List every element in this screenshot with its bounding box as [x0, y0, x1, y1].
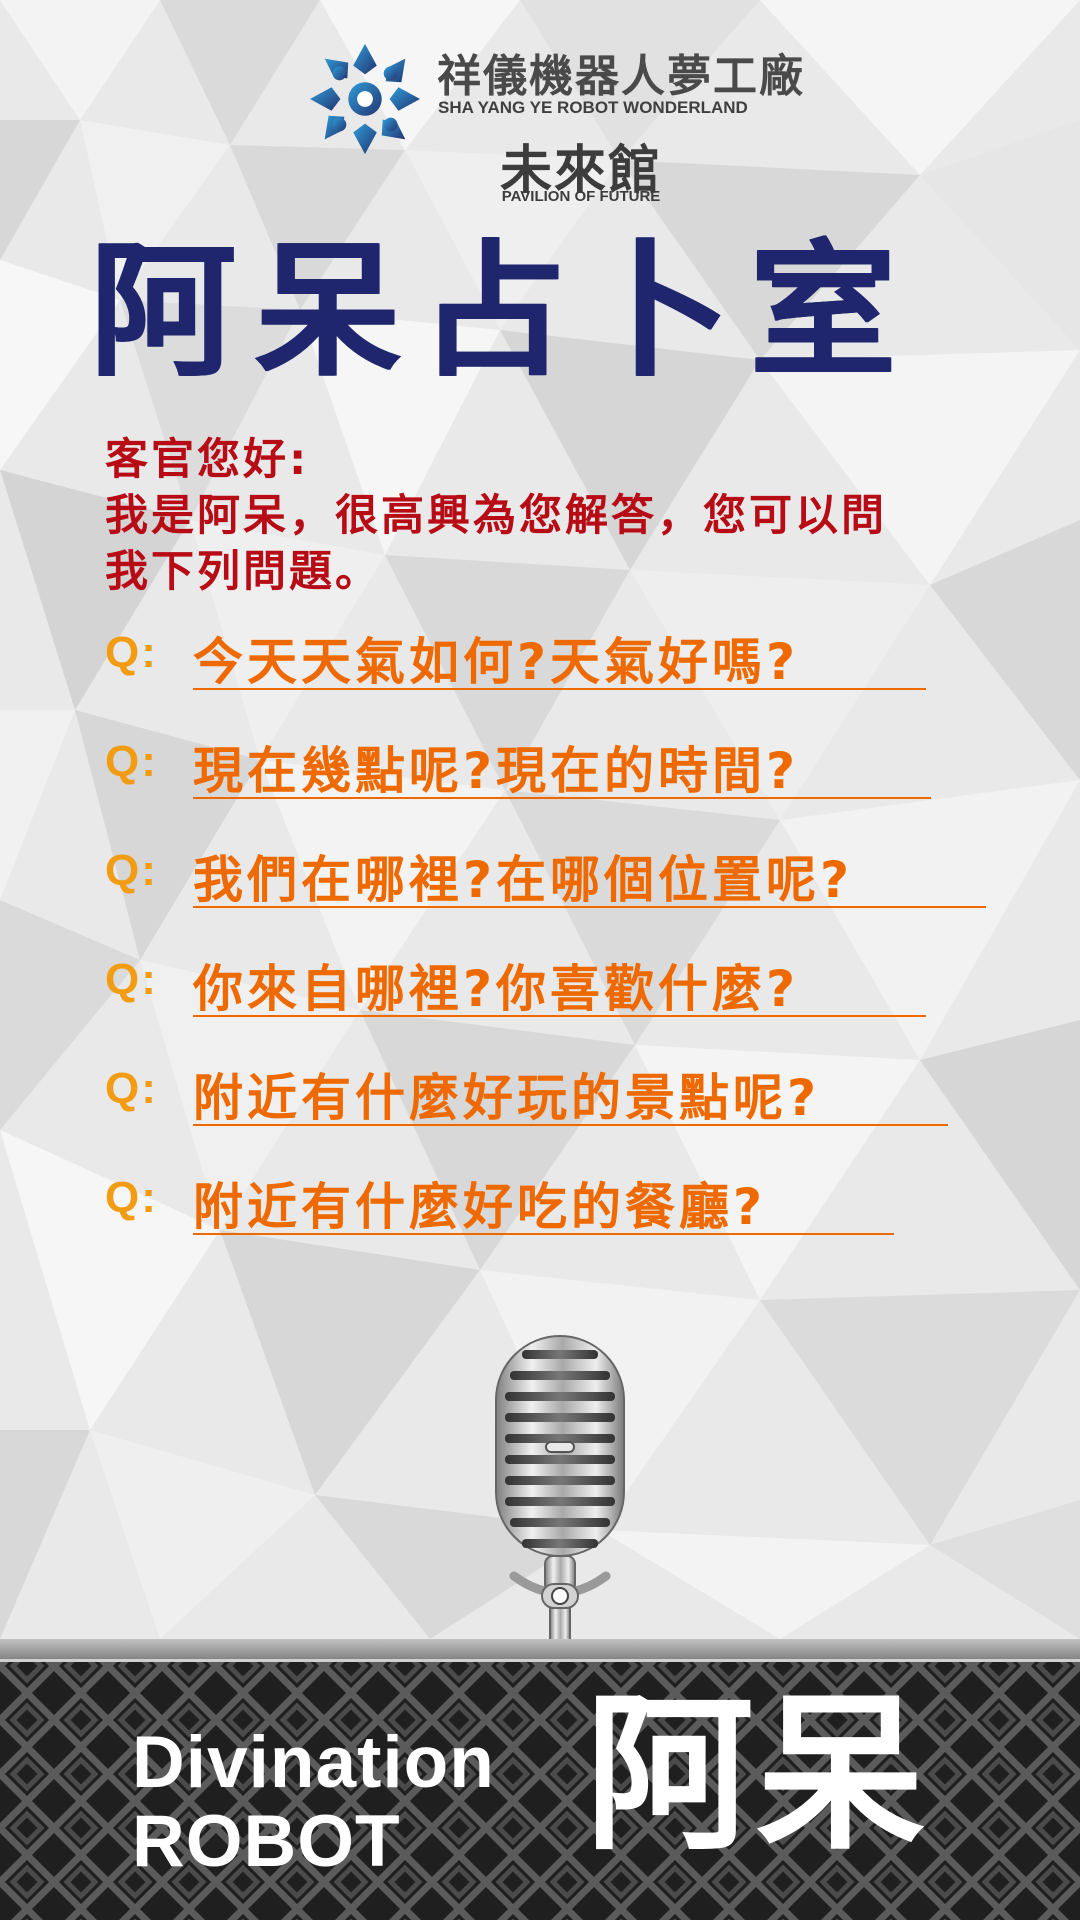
question-item: Q: 附近有什麼好玩的景點呢?	[105, 1058, 1025, 1167]
question-item: Q: 現在幾點呢?現在的時間?	[105, 731, 1025, 840]
bottom-english-label: Divination ROBOT	[132, 1723, 562, 1881]
question-text: 現在幾點呢?現在的時間?	[193, 742, 800, 800]
question-underline	[193, 1233, 894, 1235]
greeting-line-2: 我是阿呆，很高興為您解答，您可以問	[105, 491, 887, 541]
bottom-chinese-name: 阿呆	[585, 1676, 927, 1873]
greeting-block: 客官您好: 我是阿呆，很高興為您解答，您可以問 我下列問題。	[105, 432, 1025, 600]
question-marker: Q:	[105, 1064, 158, 1113]
band-top-shine	[0, 1639, 1080, 1659]
poster: 祥儀機器人夢工廠 SHA YANG YE ROBOT WONDERLAND 未來…	[0, 0, 1080, 1920]
question-text: 今天天氣如何?天氣好嗎?	[193, 633, 800, 691]
question-underline	[193, 1124, 948, 1126]
bottom-band: Divination ROBOT 阿呆	[0, 1639, 1080, 1920]
brand-name-zh: 祥儀機器人夢工廠	[437, 51, 805, 102]
question-marker: Q:	[105, 1173, 158, 1222]
question-underline	[193, 1015, 926, 1017]
main-title: 阿呆占卜室	[90, 227, 915, 397]
question-item: Q: 你來自哪裡?你喜歡什麼?	[105, 949, 1025, 1058]
question-marker: Q:	[105, 846, 158, 895]
greeting-line-3: 我下列問題。	[105, 547, 381, 597]
question-underline	[193, 688, 926, 690]
question-item: Q: 我們在哪裡?在哪個位置呢?	[105, 840, 1025, 949]
snowflake-gear-icon	[309, 43, 421, 155]
brand-name-en: SHA YANG YE ROBOT WONDERLAND	[438, 98, 748, 117]
question-marker: Q:	[105, 955, 158, 1004]
question-text: 你來自哪裡?你喜歡什麼?	[193, 960, 800, 1018]
question-underline	[193, 797, 931, 799]
question-text: 附近有什麼好吃的餐廳?	[193, 1178, 767, 1236]
question-underline	[193, 906, 986, 908]
bottom-english-line-1: Divination	[132, 1722, 495, 1803]
pavilion-name-en: PAVILION OF FUTURE	[501, 188, 661, 205]
question-text: 附近有什麼好玩的景點呢?	[193, 1069, 821, 1127]
question-marker: Q:	[105, 628, 158, 677]
greeting-line-1: 客官您好:	[105, 435, 310, 485]
question-marker: Q:	[105, 737, 158, 786]
question-list: Q: 今天天氣如何?天氣好嗎? Q: 現在幾點呢?現在的時間? Q: 我們在哪裡…	[105, 622, 1025, 1276]
bottom-english-line-2: ROBOT	[132, 1801, 401, 1882]
microphone-icon	[495, 1335, 625, 1648]
question-item: Q: 今天天氣如何?天氣好嗎?	[105, 622, 1025, 731]
question-text: 我們在哪裡?在哪個位置呢?	[193, 851, 854, 909]
question-item: Q: 附近有什麼好吃的餐廳?	[105, 1167, 1025, 1276]
header: 祥儀機器人夢工廠 SHA YANG YE ROBOT WONDERLAND 未來…	[0, 18, 1080, 208]
